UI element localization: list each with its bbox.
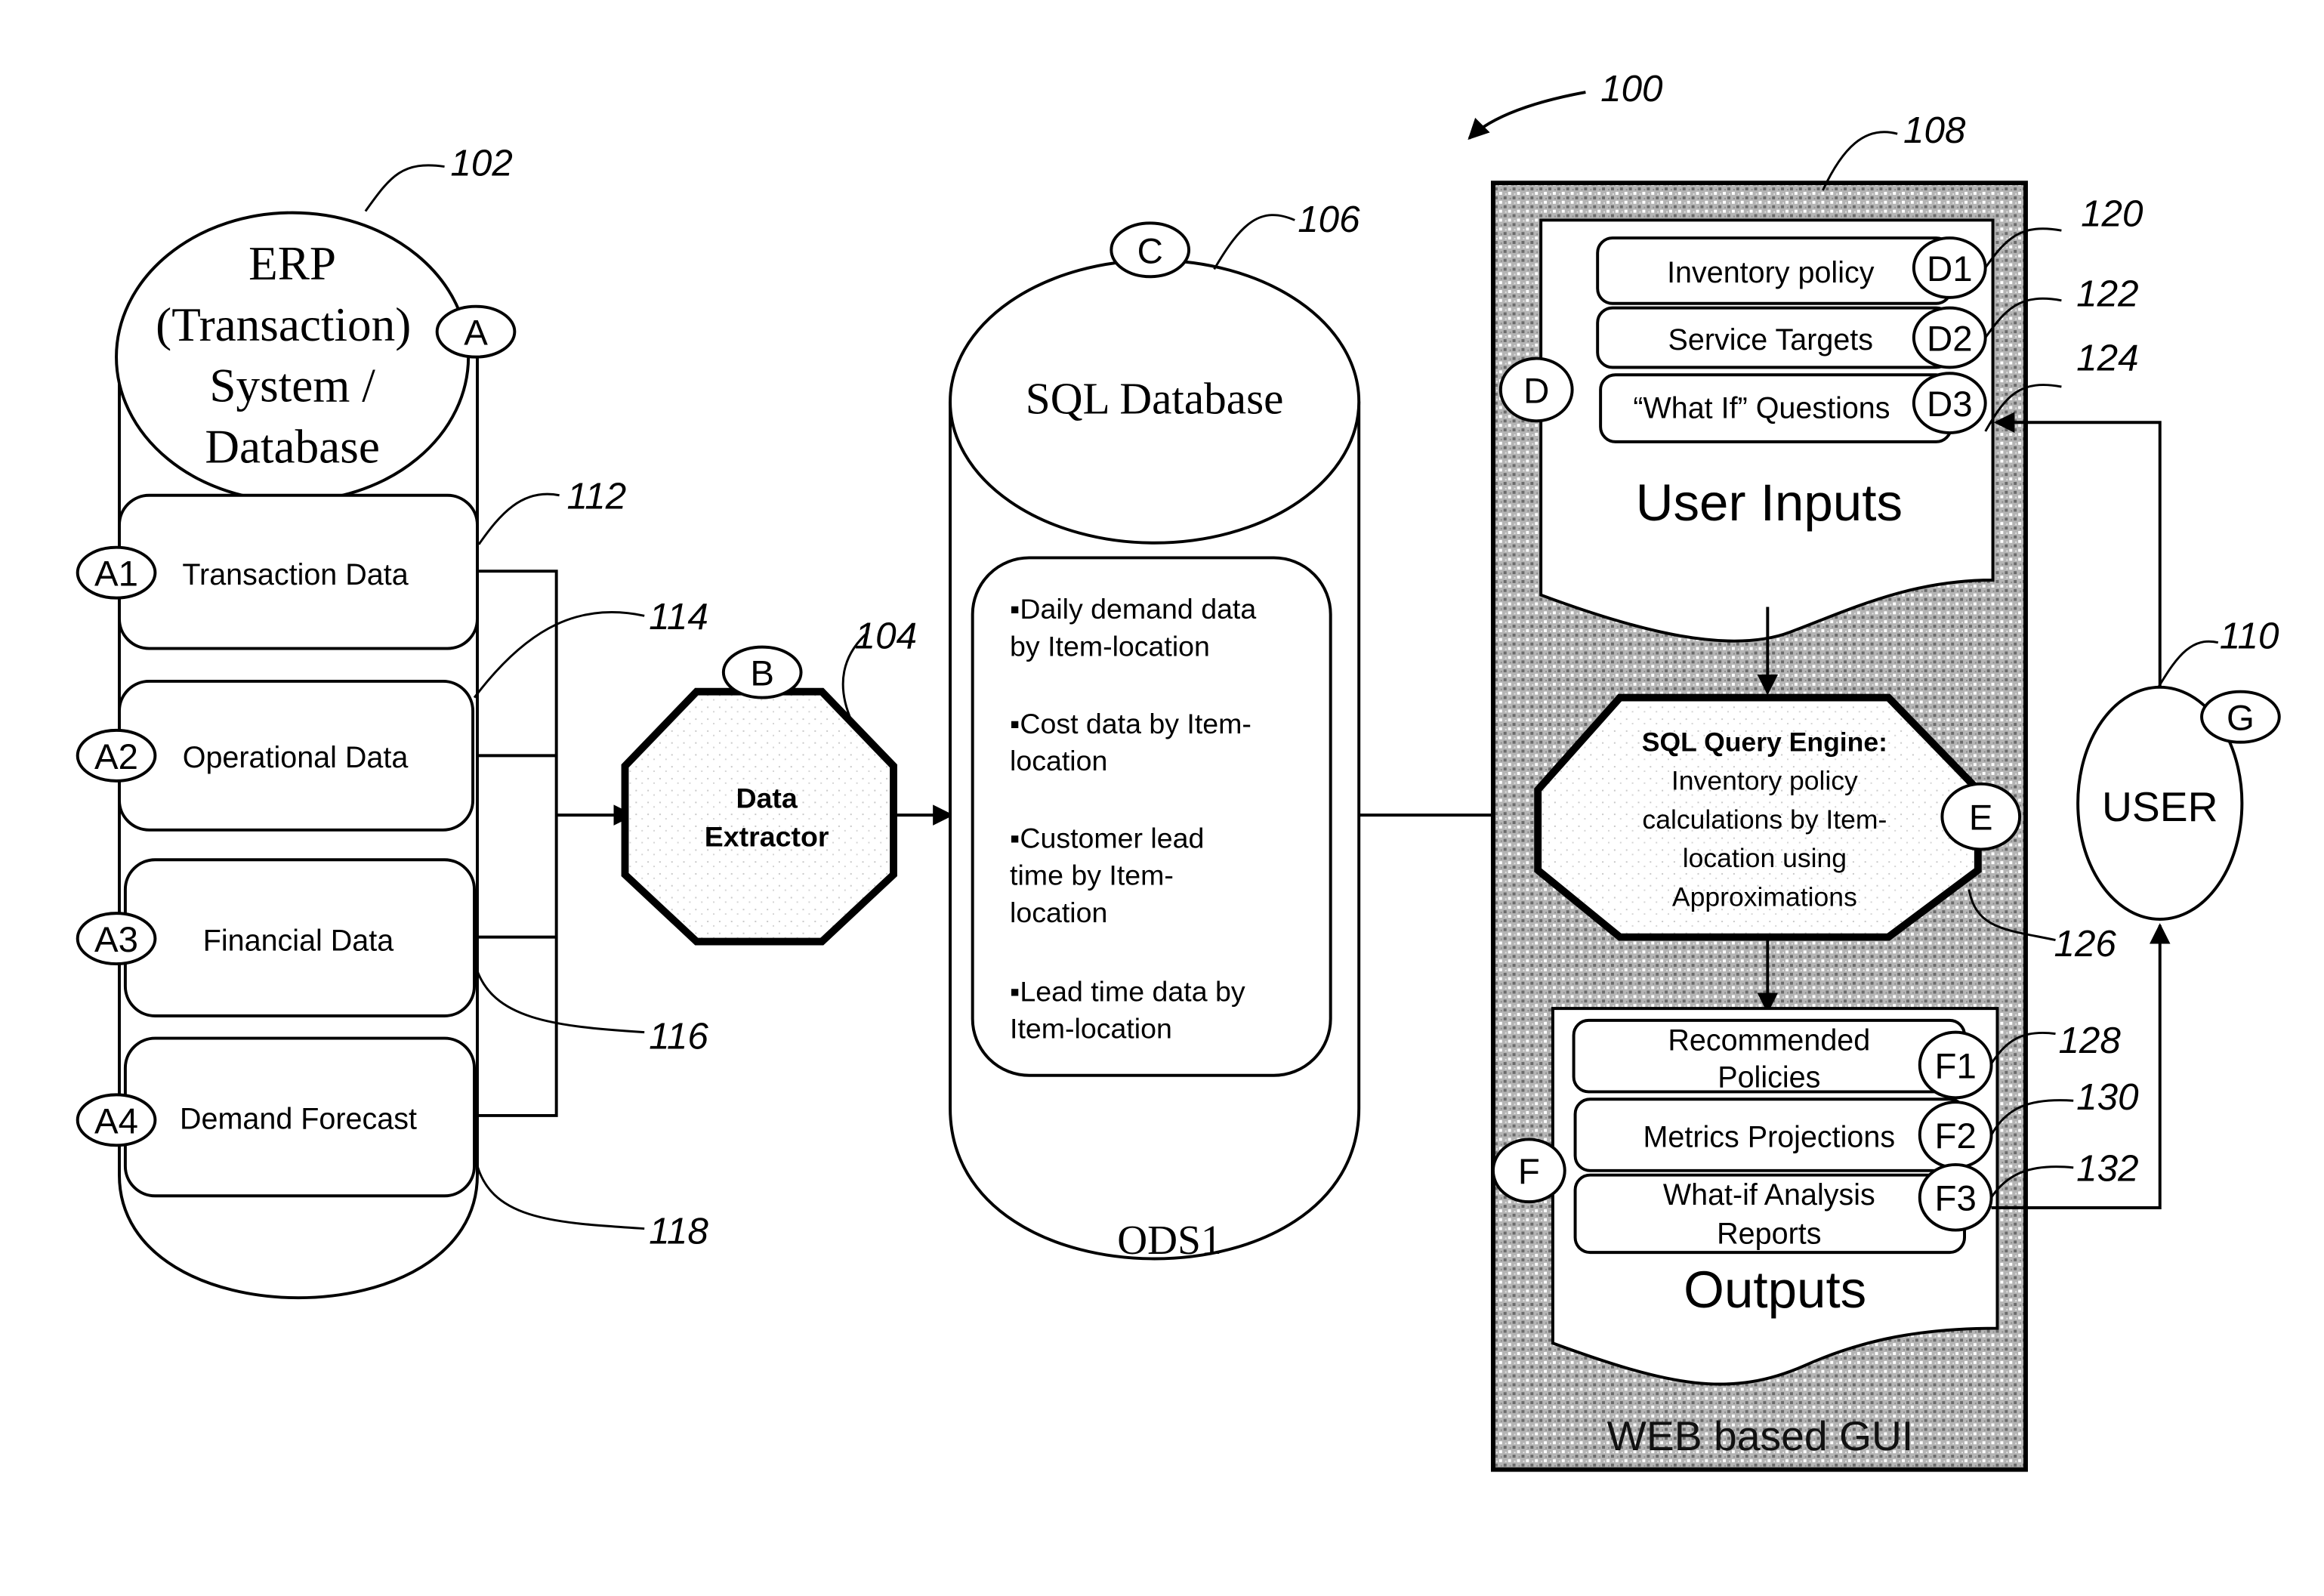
bullet-line: time by Item- [1010, 860, 1174, 891]
tag-A2: A2 [94, 737, 138, 777]
tag-D1: D1 [1927, 249, 1973, 289]
tag-F1: F1 [1935, 1046, 1977, 1086]
ref-number: 124 [2076, 337, 2138, 378]
bullet-line: ▪Lead time data by [1010, 975, 1245, 1007]
input-inventory-policy[interactable]: Inventory policy D1 [1596, 236, 1987, 305]
ref-number: 110 [2220, 616, 2279, 657]
erp-item-operational-data[interactable]: Operational Data A2 [76, 679, 475, 832]
tag-F3: F3 [1935, 1179, 1977, 1219]
output-label-line: Reports [1717, 1217, 1821, 1250]
ref-number: 104 [855, 616, 917, 657]
tag-A4: A4 [94, 1101, 138, 1141]
user-node[interactable]: USER G 110 [2076, 616, 2281, 921]
erp-title-line: (Transaction) [156, 298, 411, 351]
engine-title: SQL Query Engine: [1642, 727, 1887, 758]
tag-C: C [1110, 221, 1191, 279]
item-label: Financial Data [203, 924, 394, 957]
erp-title-line: System / [209, 360, 375, 412]
bullet-line: ▪Customer lead [1010, 823, 1204, 854]
ref-number: 120 [2081, 193, 2143, 234]
svg-text:E: E [1969, 798, 1993, 838]
output-label-line: Policies [1718, 1061, 1820, 1094]
outputs-panel: Recommended Policies F1 Metrics Projecti… [1491, 1007, 1999, 1386]
erp-title-line: ERP [248, 237, 336, 290]
engine-body-line: Inventory policy [1671, 766, 1858, 796]
input-label: “What If” Questions [1633, 391, 1890, 424]
ref-number: 122 [2076, 273, 2138, 315]
ref-number: 132 [2076, 1148, 2138, 1190]
ref-number: 118 [649, 1210, 708, 1252]
ref-number: 102 [450, 142, 512, 184]
sql-database: SQL Database C 106 ▪Daily demand data by… [949, 199, 1360, 1263]
svg-text:B: B [750, 654, 774, 694]
item-label: Transaction Data [182, 558, 408, 591]
output-what-if-reports[interactable]: What-if Analysis Reports F3 [1573, 1162, 1993, 1255]
ref-number: 128 [2058, 1020, 2121, 1061]
ref-number: 106 [1298, 199, 1360, 240]
tag-B: B [721, 645, 803, 699]
svg-text:C: C [1137, 231, 1163, 271]
tag-D2: D2 [1927, 320, 1973, 360]
sql-footer: ODS1 [1117, 1217, 1221, 1263]
web-gui-label: WEB based GUI [1607, 1412, 1914, 1459]
tag-A3: A3 [94, 920, 138, 960]
svg-text:F: F [1518, 1152, 1540, 1192]
ref-number: 116 [649, 1015, 708, 1057]
erp-item-transaction-data[interactable]: Transaction Data A1 [76, 493, 479, 650]
ref-number: 114 [649, 596, 708, 637]
input-what-if-questions[interactable]: “What If” Questions D3 [1599, 372, 1987, 443]
user-label: USER [2102, 783, 2218, 830]
outputs-title: Outputs [1684, 1261, 1866, 1319]
svg-text:D: D [1523, 371, 1549, 411]
system-diagram: 100 ERP (Transaction) System / Database … [76, 68, 2281, 1472]
input-label: Inventory policy [1667, 256, 1875, 289]
tag-F2: F2 [1935, 1116, 1977, 1156]
bullet-line: by Item-location [1010, 630, 1210, 662]
output-metrics-projections[interactable]: Metrics Projections F2 [1573, 1097, 1993, 1172]
figure-ref-100: 100 [1468, 68, 1663, 140]
ref-number: 126 [2054, 923, 2117, 965]
extractor-label-line: Data [736, 782, 798, 813]
tag-D: D [1498, 357, 1574, 423]
ref-number: 112 [566, 476, 626, 517]
bullet-line: location [1010, 745, 1107, 776]
tag-G: G [2200, 690, 2281, 744]
ref-number: 108 [1903, 110, 1966, 151]
item-label: Operational Data [183, 741, 409, 774]
tag-D3: D3 [1927, 384, 1973, 424]
output-label-line: Recommended [1668, 1023, 1870, 1057]
ref-number: 130 [2076, 1076, 2138, 1118]
sql-title: SQL Database [1026, 374, 1284, 424]
bullet-line: ▪Cost data by Item- [1010, 708, 1252, 739]
tag-A: A [435, 304, 517, 359]
bullet-line: Item-location [1010, 1013, 1172, 1045]
tag-F: F [1491, 1138, 1566, 1204]
tag-A1: A1 [94, 554, 138, 594]
engine-body-line: calculations by Item- [1642, 804, 1887, 835]
input-service-targets[interactable]: Service Targets D2 [1596, 306, 1987, 369]
erp-item-demand-forecast[interactable]: Demand Forecast A4 [76, 1036, 477, 1198]
user-inputs-panel: Inventory policy D1 Service Targets D2 “… [1498, 218, 1995, 643]
erp-to-extractor-connector [477, 570, 635, 1117]
item-label: Demand Forecast [180, 1103, 417, 1136]
engine-body-line: location using [1683, 843, 1847, 873]
engine-body-line: Approximations [1672, 881, 1857, 912]
data-extractor[interactable]: Data Extractor B 104 [621, 616, 918, 946]
svg-text:G: G [2227, 699, 2255, 739]
erp-item-financial-data[interactable]: Financial Data A3 [76, 858, 477, 1017]
extractor-label-line: Extractor [705, 821, 829, 853]
ref-number: 100 [1600, 68, 1662, 110]
input-label: Service Targets [1668, 323, 1873, 357]
tag-E: E [1940, 782, 2022, 851]
erp-title-line: Database [205, 421, 380, 474]
output-label-line: What-if Analysis [1663, 1178, 1875, 1212]
output-label-line: Metrics Projections [1643, 1120, 1896, 1153]
erp-database: ERP (Transaction) System / Database A 10… [76, 142, 708, 1299]
bullet-line: ▪Daily demand data [1010, 593, 1256, 625]
svg-text:A: A [464, 313, 488, 353]
web-gui-panel: 108 Inventory policy D1 Service Targets … [1490, 110, 2143, 1472]
bullet-line: location [1010, 897, 1107, 928]
output-recommended-policies[interactable]: Recommended Policies F1 [1572, 1018, 1993, 1100]
user-inputs-title: User Inputs [1636, 474, 1903, 532]
